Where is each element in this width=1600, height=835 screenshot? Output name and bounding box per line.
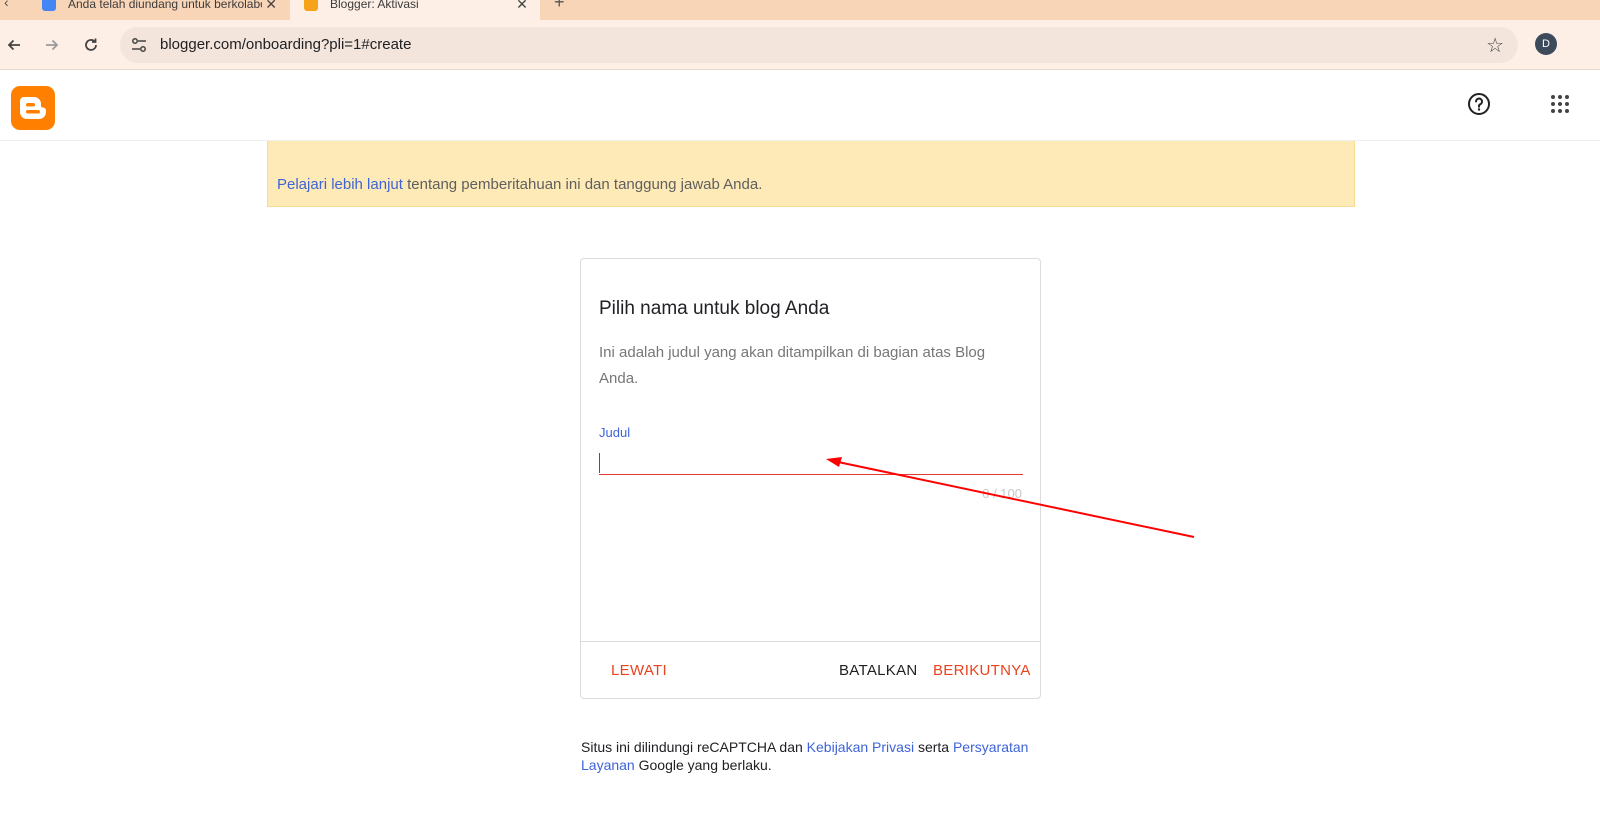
learn-more-link[interactable]: Pelajari lebih lanjut — [277, 176, 403, 193]
tab-inactive[interactable]: Anda telah diundang untuk berkolaborasi … — [28, 0, 288, 20]
tab-active[interactable]: Blogger: Aktivasi ✕ — [290, 0, 540, 20]
privacy-policy-link[interactable]: Kebijakan Privasi — [807, 739, 914, 755]
notice-text: Pelajari lebih lanjut tentang pemberitah… — [277, 176, 762, 193]
tab-title: Blogger: Aktivasi — [330, 0, 419, 11]
browser-tab-strip: ‹ Anda telah diundang untuk berkolaboras… — [0, 0, 1600, 20]
apps-grid-icon[interactable] — [1550, 94, 1570, 114]
dialog-title: Pilih nama untuk blog Anda — [599, 298, 830, 319]
next-button[interactable]: BERIKUTNYA — [933, 662, 1031, 679]
text-caret — [599, 453, 600, 473]
gmail-favicon-icon — [42, 0, 56, 11]
tab-scroll-icon[interactable]: ‹ — [4, 0, 9, 10]
profile-avatar[interactable]: D — [1535, 33, 1557, 55]
note-text-1: Situs ini dilindungi reCAPTCHA dan — [581, 739, 807, 755]
close-tab-icon[interactable]: ✕ — [262, 0, 280, 13]
address-bar[interactable]: blogger.com/onboarding?pli=1#create ☆ — [120, 27, 1518, 63]
close-tab-icon[interactable]: ✕ — [512, 0, 532, 13]
blog-name-dialog: Pilih nama untuk blog Anda Ini adalah ju… — [580, 258, 1041, 699]
dialog-footer: LEWATI BATALKAN BERIKUTNYA — [581, 641, 1040, 698]
blogger-logo-icon[interactable] — [11, 86, 55, 130]
skip-button[interactable]: LEWATI — [611, 662, 667, 679]
blogger-favicon-icon — [304, 0, 318, 11]
title-field-label: Judul — [599, 425, 631, 440]
url-text[interactable]: blogger.com/onboarding?pli=1#create — [160, 36, 411, 53]
recaptcha-note: Situs ini dilindungi reCAPTCHA dan Kebij… — [581, 738, 1051, 774]
help-icon[interactable] — [1466, 91, 1492, 117]
notice-banner: Pelajari lebih lanjut tentang pemberitah… — [267, 141, 1355, 207]
app-header — [0, 71, 1600, 141]
note-text-3: Google yang berlaku. — [634, 757, 772, 773]
reload-icon[interactable] — [78, 32, 104, 58]
notice-body: tentang pemberitahuan ini dan tanggung j… — [402, 176, 763, 193]
dialog-description: Ini adalah judul yang akan ditampilkan d… — [599, 344, 986, 387]
forward-icon[interactable] — [39, 32, 65, 58]
character-counter: 0 / 100 — [982, 486, 1022, 501]
tab-title: Anda telah diundang untuk berkolaborasi — [68, 0, 262, 11]
new-tab-button[interactable]: + — [554, 0, 565, 13]
site-settings-icon[interactable] — [128, 34, 150, 56]
note-text-2: serta — [914, 739, 953, 755]
blog-title-input[interactable] — [599, 449, 1023, 475]
back-icon[interactable] — [1, 32, 27, 58]
bookmark-star-icon[interactable]: ☆ — [1486, 33, 1504, 58]
browser-toolbar: blogger.com/onboarding?pli=1#create ☆ D — [0, 20, 1600, 70]
cancel-button[interactable]: BATALKAN — [839, 662, 918, 679]
